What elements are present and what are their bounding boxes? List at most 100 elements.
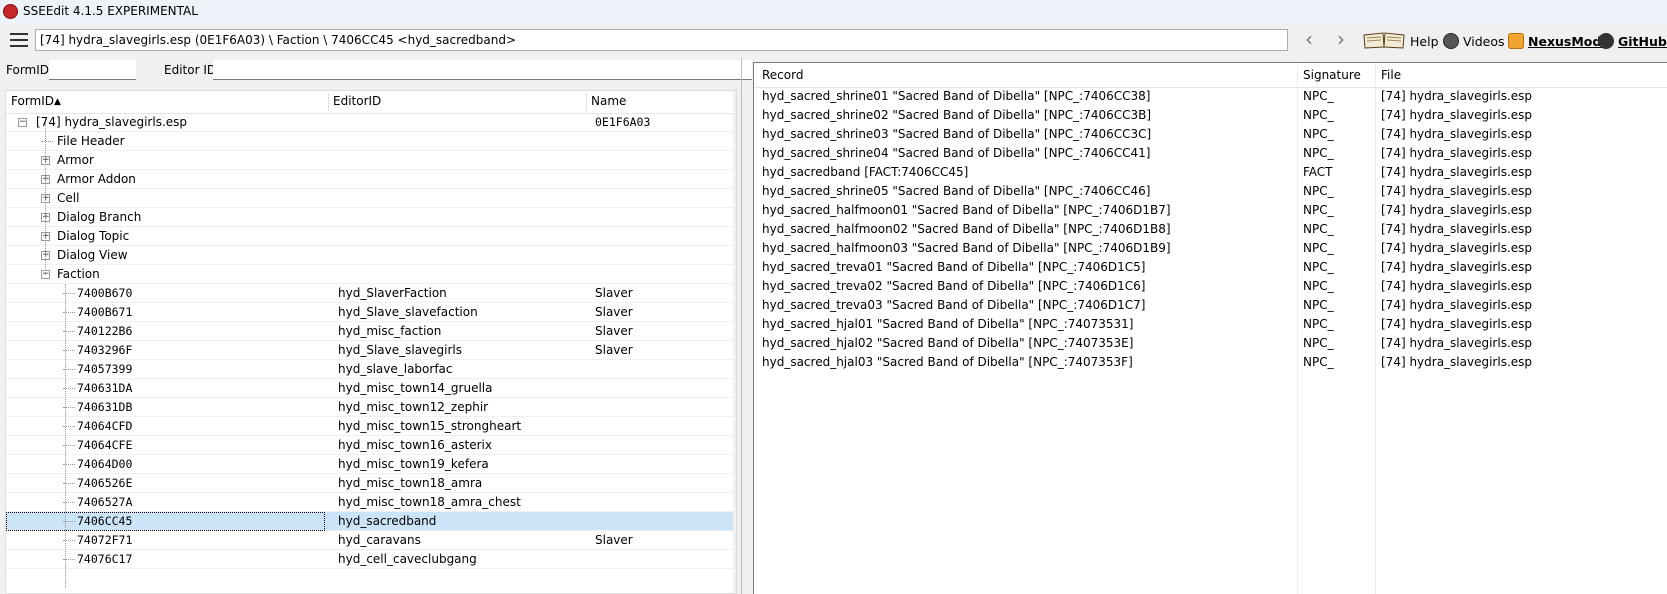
tree-group-row[interactable]: File Header bbox=[6, 132, 733, 151]
reference-row[interactable]: hyd_sacredband [FACT:7406CC45] FACT [74] h… bbox=[754, 163, 1667, 182]
tree-group-row[interactable]: + Cell bbox=[6, 189, 733, 208]
forward-button[interactable]: › bbox=[1329, 29, 1353, 51]
nexusmods-link[interactable]: NexusMods bbox=[1528, 34, 1609, 49]
window-title: SSEEdit 4.1.5 EXPERIMENTAL bbox=[23, 4, 198, 18]
record-editorid: hyd_caravans bbox=[338, 533, 421, 547]
record-path-bar[interactable]: [74] hydra_slavegirls.esp (0E1F6A03) \ F… bbox=[35, 29, 1288, 51]
nexusmods-icon[interactable] bbox=[1508, 33, 1524, 49]
record-formid: 7406527A bbox=[77, 495, 133, 509]
tree-record-row[interactable]: 74064CFD hyd_misc_town15_strongheart bbox=[6, 417, 733, 436]
reference-row[interactable]: hyd_sacred_shrine02 "Sacred Band of Dibe… bbox=[754, 106, 1667, 125]
tree-record-row[interactable]: 740631DA hyd_misc_town14_gruella bbox=[6, 379, 733, 398]
tree-group-label: File Header bbox=[57, 134, 125, 148]
tree-row-plugin[interactable]: − [74] hydra_slavegirls.esp 0E1F6A03 bbox=[6, 113, 733, 132]
reference-row[interactable]: hyd_sacred_treva01 "Sacred Band of Dibel… bbox=[754, 258, 1667, 277]
column-header-signature[interactable]: Signature bbox=[1303, 68, 1361, 82]
videos-icon[interactable] bbox=[1443, 33, 1459, 49]
record-name: Slaver bbox=[595, 286, 633, 300]
tree-record-row[interactable]: 7400B670 hyd_SlaverFaction Slaver bbox=[6, 284, 733, 303]
sseedit-icon bbox=[3, 4, 18, 19]
editorid-filter-label: Editor ID bbox=[164, 63, 217, 77]
reference-record: hyd_sacred_treva03 "Sacred Band of Dibel… bbox=[762, 298, 1146, 312]
reference-signature: FACT bbox=[1303, 165, 1333, 179]
reference-row[interactable]: hyd_sacred_treva03 "Sacred Band of Dibel… bbox=[754, 296, 1667, 315]
formid-filter-input[interactable] bbox=[49, 60, 136, 80]
tree-record-row[interactable]: 7403296F hyd_Slave_slavegirls Slaver bbox=[6, 341, 733, 360]
reference-row[interactable]: hyd_sacred_shrine03 "Sacred Band of Dibe… bbox=[754, 125, 1667, 144]
tree-record-row[interactable]: 7406526E hyd_misc_town18_amra bbox=[6, 474, 733, 493]
formid-filter-label: FormID bbox=[6, 63, 50, 77]
reference-file: [74] hydra_slavegirls.esp bbox=[1381, 298, 1533, 312]
reference-record: hyd_sacred_halfmoon02 "Sacred Band of Di… bbox=[762, 222, 1171, 236]
reference-record: hyd_sacred_shrine05 "Sacred Band of Dibe… bbox=[762, 184, 1151, 198]
tree-record-row[interactable]: 74064D00 hyd_misc_town19_kefera bbox=[6, 455, 733, 474]
tree-record-row[interactable]: 740631DB hyd_misc_town12_zephir bbox=[6, 398, 733, 417]
record-formid: 74057399 bbox=[77, 362, 133, 376]
editorid-filter-input[interactable] bbox=[213, 60, 752, 80]
back-button[interactable]: ‹ bbox=[1297, 29, 1321, 51]
column-header-name[interactable]: Name bbox=[591, 94, 626, 108]
tree-group-row[interactable]: + Dialog Topic bbox=[6, 227, 733, 246]
tree-group-row[interactable]: + Dialog View bbox=[6, 246, 733, 265]
tree-group-row[interactable]: − Faction bbox=[6, 265, 733, 284]
tree-group-label: Dialog Topic bbox=[57, 229, 130, 243]
reference-row[interactable]: hyd_sacred_shrine01 "Sacred Band of Dibe… bbox=[754, 87, 1667, 106]
reference-row[interactable]: hyd_sacred_halfmoon03 "Sacred Band of Di… bbox=[754, 239, 1667, 258]
record-formid: 740631DB bbox=[77, 400, 133, 414]
reference-file: [74] hydra_slavegirls.esp bbox=[1381, 336, 1533, 350]
reference-row[interactable]: hyd_sacred_hjal02 "Sacred Band of Dibell… bbox=[754, 334, 1667, 353]
videos-link[interactable]: Videos bbox=[1463, 34, 1505, 49]
tree-group-row[interactable]: + Dialog Branch bbox=[6, 208, 733, 227]
reference-row[interactable]: hyd_sacred_halfmoon02 "Sacred Band of Di… bbox=[754, 220, 1667, 239]
reference-file: [74] hydra_slavegirls.esp bbox=[1381, 222, 1533, 236]
pane-splitter[interactable] bbox=[741, 58, 742, 594]
open-book-icon[interactable] bbox=[1363, 31, 1405, 49]
collapse-icon[interactable]: − bbox=[18, 118, 27, 127]
tree-record-row[interactable]: 7406527A hyd_misc_town18_amra_chest bbox=[6, 493, 733, 512]
reference-file: [74] hydra_slavegirls.esp bbox=[1381, 203, 1533, 217]
column-header-editorid[interactable]: EditorID bbox=[333, 94, 381, 108]
record-editorid: hyd_misc_faction bbox=[338, 324, 442, 338]
tree-record-row[interactable]: 7406CC45 hyd_sacredband bbox=[6, 512, 733, 531]
record-editorid: hyd_Slave_slavefaction bbox=[338, 305, 478, 319]
github-icon[interactable] bbox=[1598, 33, 1614, 49]
reference-row[interactable]: hyd_sacred_hjal03 "Sacred Band of Dibell… bbox=[754, 353, 1667, 372]
reference-file: [74] hydra_slavegirls.esp bbox=[1381, 279, 1533, 293]
tree-group-label: Armor bbox=[57, 153, 94, 167]
tree-record-row[interactable]: 74076C17 hyd_cell_caveclubgang bbox=[6, 550, 733, 569]
record-formid: 74064CFE bbox=[77, 438, 133, 452]
reference-row[interactable]: hyd_sacred_shrine04 "Sacred Band of Dibe… bbox=[754, 144, 1667, 163]
column-header-formid[interactable]: FormID bbox=[11, 94, 54, 108]
tree-record-row[interactable]: 7400B671 hyd_Slave_slavefaction Slaver bbox=[6, 303, 733, 322]
reference-row[interactable]: hyd_sacred_shrine05 "Sacred Band of Dibe… bbox=[754, 182, 1667, 201]
record-editorid: hyd_misc_town12_zephir bbox=[338, 400, 489, 414]
record-editorid: hyd_sacredband bbox=[338, 514, 437, 528]
tree-record-row[interactable]: 74064CFE hyd_misc_town16_asterix bbox=[6, 436, 733, 455]
reference-file: [74] hydra_slavegirls.esp bbox=[1381, 355, 1533, 369]
record-formid: 74064CFD bbox=[77, 419, 133, 433]
tree-record-row[interactable]: 74072F71 hyd_caravans Slaver bbox=[6, 531, 733, 550]
reference-signature: NPC_ bbox=[1303, 260, 1334, 274]
reference-record: hyd_sacred_treva01 "Sacred Band of Dibel… bbox=[762, 260, 1146, 274]
reference-file: [74] hydra_slavegirls.esp bbox=[1381, 241, 1533, 255]
hamburger-menu-icon[interactable] bbox=[10, 33, 28, 47]
tree-record-row[interactable]: 740122B6 hyd_misc_faction Slaver bbox=[6, 322, 733, 341]
reference-file: [74] hydra_slavegirls.esp bbox=[1381, 89, 1533, 103]
reference-row[interactable]: hyd_sacred_hjal01 "Sacred Band of Dibell… bbox=[754, 315, 1667, 334]
column-header-file[interactable]: File bbox=[1381, 68, 1401, 82]
record-editorid: hyd_Slave_slavegirls bbox=[338, 343, 463, 357]
tree-scrollbar[interactable] bbox=[733, 91, 736, 593]
reference-row[interactable]: hyd_sacred_halfmoon01 "Sacred Band of Di… bbox=[754, 201, 1667, 220]
record-formid: 740122B6 bbox=[77, 324, 133, 338]
tree-record-row[interactable]: 74057399 hyd_slave_laborfac bbox=[6, 360, 733, 379]
column-header-record[interactable]: Record bbox=[762, 68, 803, 82]
record-name: Slaver bbox=[595, 343, 633, 357]
reference-record: hyd_sacred_hjal03 "Sacred Band of Dibell… bbox=[762, 355, 1133, 369]
reference-row[interactable]: hyd_sacred_treva02 "Sacred Band of Dibel… bbox=[754, 277, 1667, 296]
tree-group-row[interactable]: + Armor bbox=[6, 151, 733, 170]
github-link[interactable]: GitHub bbox=[1618, 34, 1667, 49]
help-link[interactable]: Help bbox=[1410, 34, 1439, 49]
record-editorid: hyd_slave_laborfac bbox=[338, 362, 453, 376]
tree-group-row[interactable]: + Armor Addon bbox=[6, 170, 733, 189]
reference-record: hyd_sacred_shrine01 "Sacred Band of Dibe… bbox=[762, 89, 1151, 103]
